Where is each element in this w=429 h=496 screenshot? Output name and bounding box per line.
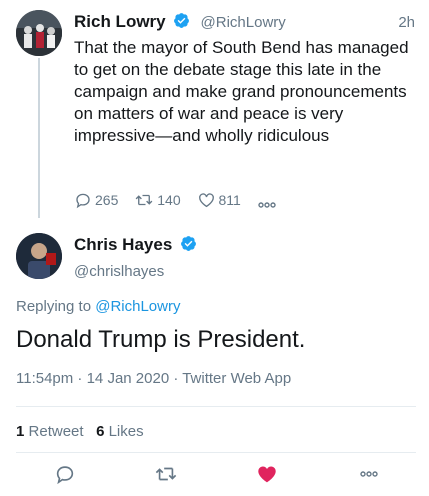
retweet-stat-label: Retweet [28, 423, 84, 440]
thread-line [38, 58, 40, 218]
retweet-button[interactable]: 140 [134, 191, 181, 209]
divider [16, 406, 416, 407]
more-icon [258, 202, 276, 208]
reply-count: 265 [95, 192, 119, 208]
retweet-count: 140 [157, 192, 181, 208]
verified-badge-icon [180, 235, 197, 257]
replying-to-handle[interactable]: @RichLowry [95, 298, 180, 315]
like-button[interactable]: 811 [197, 191, 241, 209]
replying-to-label: Replying to [16, 298, 92, 315]
divider [16, 452, 416, 453]
retweets-stat[interactable]: 1 Retweet [16, 423, 84, 440]
tweet-time[interactable]: 2h [398, 14, 415, 31]
retweet-stat-count: 1 [16, 423, 25, 440]
reply-button[interactable]: 265 [74, 191, 118, 209]
author-name[interactable]: Chris Hayes [74, 235, 172, 254]
like-count: 811 [218, 192, 241, 208]
avatar[interactable] [16, 10, 62, 56]
heart-icon [258, 466, 276, 483]
tweet-text: Donald Trump is President. [16, 326, 306, 353]
like-button[interactable] [255, 462, 279, 486]
replying-to: Replying to @RichLowry [16, 298, 180, 315]
tweet-timestamp[interactable]: 11:54pm · 14 Jan 2020 · Twitter Web App [16, 370, 291, 387]
heart-icon [198, 193, 214, 208]
verified-badge-icon [173, 12, 190, 34]
likes-stat[interactable]: 6 Likes [96, 423, 144, 440]
reply-icon [56, 466, 74, 485]
like-stat-count: 6 [96, 423, 105, 440]
retweet-icon [155, 467, 177, 481]
reply-button[interactable] [53, 462, 77, 486]
avatar-photo [16, 233, 62, 279]
author-handle[interactable]: @RichLowry [201, 14, 286, 31]
more-button[interactable] [356, 462, 382, 486]
author-handle[interactable]: @chrislhayes [74, 263, 164, 280]
retweet-icon [135, 194, 153, 206]
more-icon [360, 471, 378, 477]
tweet-stats: 1 Retweet 6 Likes [16, 423, 144, 440]
parent-tweet[interactable]: Rich Lowry @RichLowry 2h That the mayor … [0, 0, 429, 222]
retweet-button[interactable] [154, 462, 178, 486]
more-button[interactable] [257, 201, 280, 209]
tweet-action-bar [0, 458, 429, 488]
author-name[interactable]: Rich Lowry [74, 12, 166, 31]
avatar-photo [16, 10, 62, 56]
tweet-text: That the mayor of South Bend has managed… [74, 38, 409, 145]
like-stat-label: Likes [108, 423, 144, 440]
tweet-actions: 265 140 811 [74, 191, 292, 211]
reply-icon [76, 193, 90, 209]
avatar[interactable] [16, 233, 62, 279]
